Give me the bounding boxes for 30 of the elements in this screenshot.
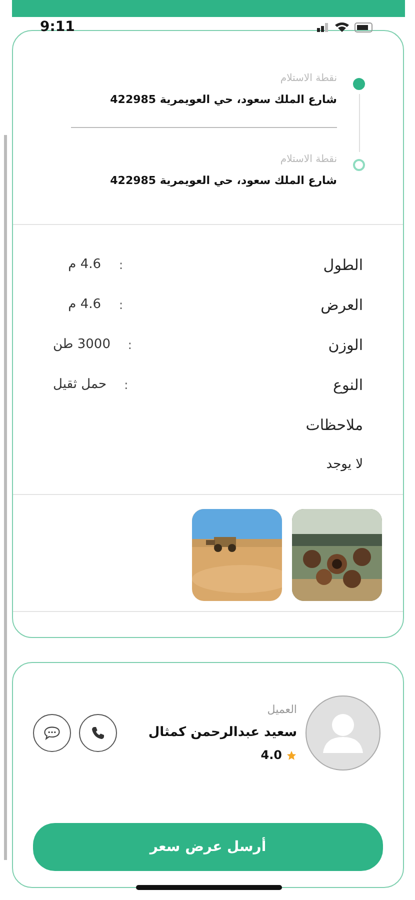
customer-role: العميل [266,702,297,718]
point-label: نقطة الاستلام [279,72,337,86]
detail-value: 4.6 م [68,296,101,314]
send-offer-button[interactable]: أرسل عرض سعر [33,823,383,871]
detail-label: الطول [322,254,363,276]
detail-value: حمل ثقيل [53,376,106,394]
point-address: شارع الملك سعود، حي العويمرية 422985 [109,92,337,108]
detail-label: العرض [320,294,363,316]
separator: : [118,257,123,274]
detail-value: 3000 طن [53,336,110,354]
star-icon [286,750,297,760]
separator: : [118,297,123,314]
separator: : [126,337,132,354]
rating-value: 4.0 [260,747,282,764]
customer-name: سعيد عبدالرحمن كمثال [147,724,297,742]
call-button[interactable] [79,714,117,752]
point-label: نقطة الاستلام [279,152,337,166]
notes-label: ملاحظات [304,414,363,436]
detail-label: الوزن [327,334,363,356]
detail-label: النوع [332,374,363,396]
chat-button[interactable] [33,714,71,752]
point-address: شارع الملك سعود، حي العويمرية 422985 [110,172,337,189]
chat-icon [43,725,61,741]
status-time: 9:11 [40,18,75,36]
avatar-icon [305,695,381,771]
phone-icon [90,725,106,741]
detail-value: 4.6 م [68,256,101,274]
separator: : [123,377,128,394]
notes-value: لا يوجد [325,456,363,474]
status-icons [315,21,375,33]
